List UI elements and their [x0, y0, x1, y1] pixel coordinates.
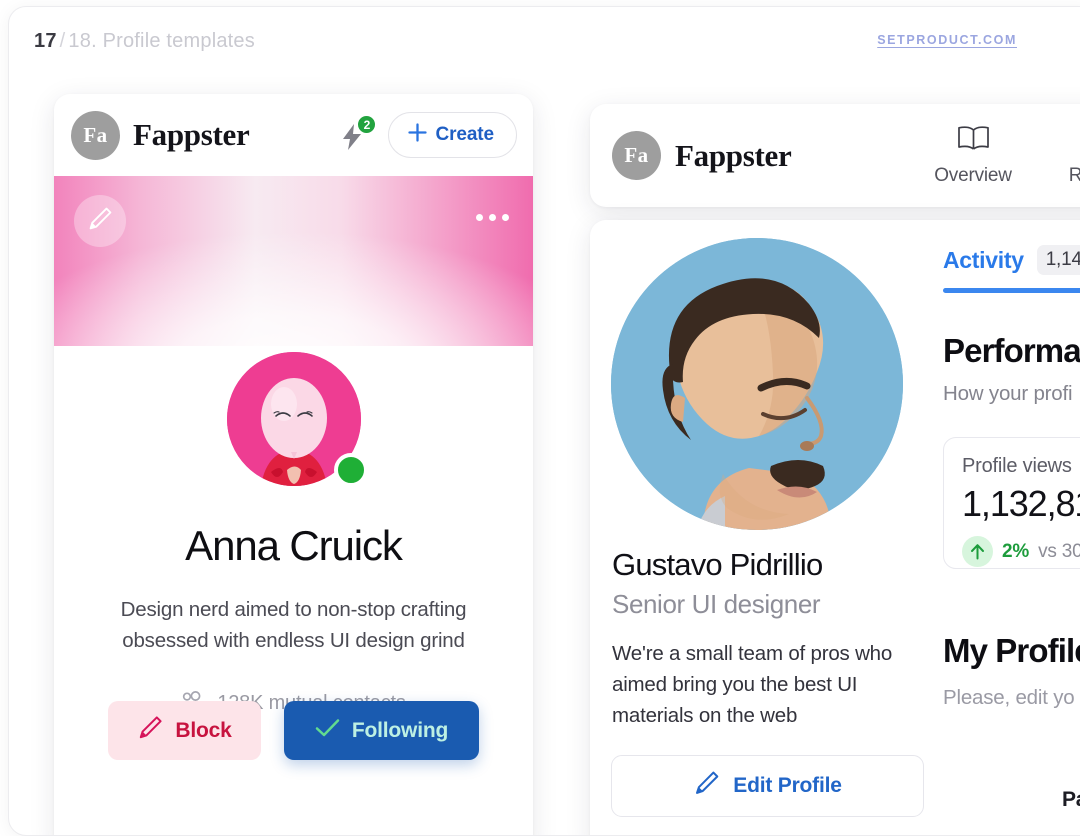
page-frame: 17/18. Profile templates SETPRODUCT.COM …	[8, 6, 1080, 836]
top-nav: Overview Repo	[914, 124, 1080, 187]
brand-name: Fappster	[133, 117, 249, 153]
setproduct-link[interactable]: SETPRODUCT.COM	[877, 33, 1017, 47]
check-icon	[315, 718, 340, 744]
tab-activity[interactable]: Activity	[943, 247, 1024, 274]
tab-activity-badge: 1,14	[1037, 245, 1080, 275]
my-profile-subtitle: Please, edit yo	[943, 686, 1074, 710]
profile-bio-line-1: Design nerd aimed to non-stop crafting	[94, 594, 493, 625]
profile-actions: Block Following	[54, 701, 533, 760]
breadcrumb-separator: /	[60, 30, 66, 52]
plus-icon	[407, 122, 428, 149]
profile-bio-line-2: obsessed with endless UI design grind	[94, 625, 493, 656]
profile-role: Senior UI designer	[612, 589, 820, 620]
brand-avatar: Fa	[71, 111, 120, 160]
stat-label: Profile views	[962, 455, 1080, 478]
create-button[interactable]: Create	[388, 112, 517, 158]
following-button[interactable]: Following	[284, 701, 479, 760]
dot	[489, 214, 496, 221]
cover-more-button[interactable]	[476, 214, 509, 221]
notification-badge: 2	[356, 114, 377, 135]
avatar-photo	[611, 238, 903, 530]
profile-name: Anna Cruick	[54, 522, 533, 570]
pencil-icon	[693, 770, 720, 803]
profile-name: Gustavo Pidrillio	[612, 547, 822, 583]
performance-title: Performa	[943, 332, 1080, 370]
brand-name: Fappster	[675, 138, 791, 174]
right-card-header: Fa Fappster Overview	[590, 104, 1080, 207]
create-button-label: Create	[435, 124, 494, 146]
cover-banner	[54, 176, 533, 346]
pencil-icon	[87, 206, 113, 237]
repository-icon	[1075, 124, 1080, 157]
notifications-button[interactable]: 2	[340, 114, 374, 156]
profile-card-right-header: Fa Fappster Overview	[590, 104, 1080, 207]
tab-active-indicator	[943, 288, 1080, 293]
stat-delta-note: vs 30 d	[1038, 541, 1080, 563]
profile-bio: We're a small team of pros who aimed bri…	[612, 638, 932, 731]
avatar-wrapper	[222, 347, 366, 491]
password-section-label: Pa	[1062, 788, 1080, 812]
brand-avatar: Fa	[612, 131, 661, 180]
nav-item-repo[interactable]: Repo	[1032, 124, 1080, 187]
edit-profile-button-label: Edit Profile	[733, 774, 841, 798]
nav-item-overview[interactable]: Overview	[914, 124, 1032, 187]
top-bar: 17/18. Profile templates SETPRODUCT.COM	[9, 7, 1080, 79]
left-card-header: Fa Fappster 2 Create	[54, 94, 533, 176]
pencil-icon	[137, 715, 163, 747]
profile-bio: Design nerd aimed to non-stop crafting o…	[94, 594, 493, 656]
nav-item-overview-label: Overview	[934, 165, 1012, 187]
slide-number: 17	[34, 30, 57, 52]
brand-avatar-initials: Fa	[83, 123, 107, 148]
following-button-label: Following	[352, 719, 448, 743]
breadcrumb: 17/18. Profile templates	[34, 30, 255, 53]
avatar	[611, 238, 903, 530]
stat-value: 1,132,818	[962, 483, 1080, 525]
cover-edit-button[interactable]	[74, 195, 126, 247]
stat-delta-percent: 2%	[1002, 541, 1029, 563]
my-profile-title: My Profile	[943, 632, 1080, 670]
nav-item-repo-label: Repo	[1069, 165, 1080, 187]
brand-avatar-initials: Fa	[624, 143, 648, 168]
stat-card-profile-views: Profile views 1,132,818 2% vs 30 d	[943, 437, 1080, 569]
profile-bio-line-2: aimed bring you the best UI	[612, 669, 932, 700]
arrow-up-icon	[962, 536, 993, 567]
block-button[interactable]: Block	[108, 701, 261, 760]
profile-card-right-body: Gustavo Pidrillio Senior UI designer We'…	[590, 220, 1080, 836]
status-badge	[334, 453, 368, 487]
dot	[476, 214, 483, 221]
dot	[502, 214, 509, 221]
performance-subtitle: How your profi	[943, 382, 1072, 406]
book-icon	[957, 124, 990, 157]
edit-profile-button[interactable]: Edit Profile	[611, 755, 924, 817]
tabs: Activity 1,14	[943, 245, 1080, 275]
block-button-label: Block	[175, 719, 231, 743]
slide-title: 18. Profile templates	[68, 30, 255, 52]
profile-bio-line-3: materials on the web	[612, 700, 932, 731]
profile-card-left: Fa Fappster 2 Create	[54, 94, 533, 836]
stat-delta: 2% vs 30 d	[962, 536, 1080, 567]
profile-bio-line-1: We're a small team of pros who	[612, 638, 932, 669]
